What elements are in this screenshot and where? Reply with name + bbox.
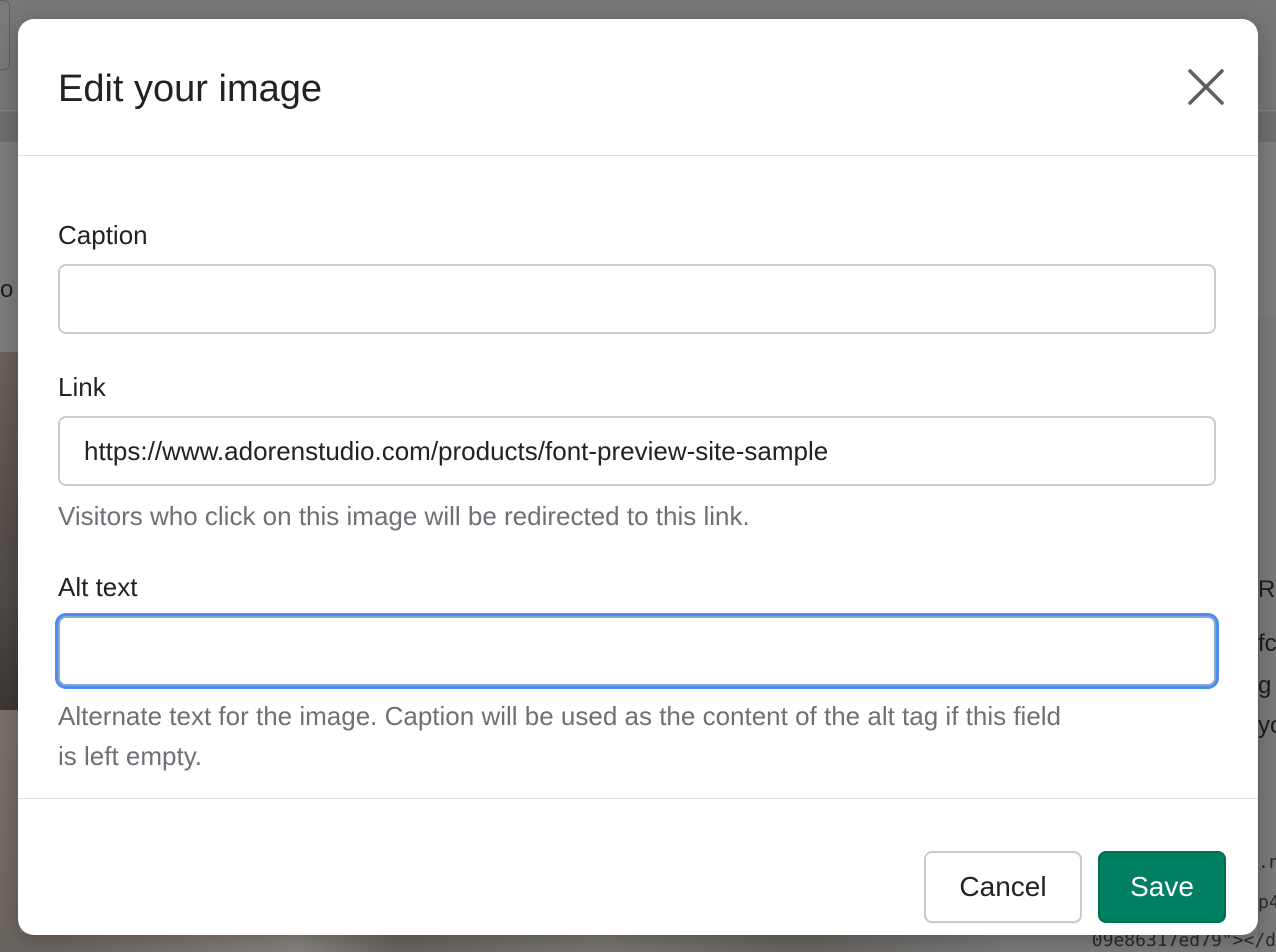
alt-text-input[interactable] [58,616,1216,686]
background-left-text: o u [0,276,20,303]
modal-header: Edit your image [18,19,1258,156]
background-right-text: RY [1258,576,1276,603]
modal-body: Caption Link Visitors who click on this … [18,156,1258,798]
caption-input[interactable] [58,264,1216,334]
background-button [0,0,10,70]
link-label: Link [58,372,106,402]
caption-label: Caption [58,220,148,250]
cancel-button[interactable]: Cancel [924,851,1082,923]
modal-footer: Cancel Save [18,798,1258,935]
background-code-text: p4 [1258,892,1276,913]
background-right-text: fc [1258,630,1276,657]
background-right-text: g [1258,672,1272,699]
modal-title: Edit your image [58,68,323,110]
alt-text-help-text: Alternate text for the image. Caption wi… [58,696,1218,776]
alt-text-label: Alt text [58,572,138,602]
background-image-strip [0,932,1000,952]
edit-image-modal: Edit your image Caption Link Visitors wh… [18,19,1258,935]
background-product-image-lower [0,710,20,952]
background-right-text: yo [1258,712,1276,739]
close-icon [1188,69,1224,105]
background-product-image [0,352,20,710]
alt-text-help-line: is left empty. [58,741,203,771]
close-button[interactable] [1184,65,1228,109]
alt-text-help-line: Alternate text for the image. Caption wi… [58,701,1062,731]
link-input[interactable] [58,416,1216,486]
save-button[interactable]: Save [1098,851,1226,923]
background-code-text: .n [1258,852,1276,873]
link-help-text: Visitors who click on this image will be… [58,501,750,531]
